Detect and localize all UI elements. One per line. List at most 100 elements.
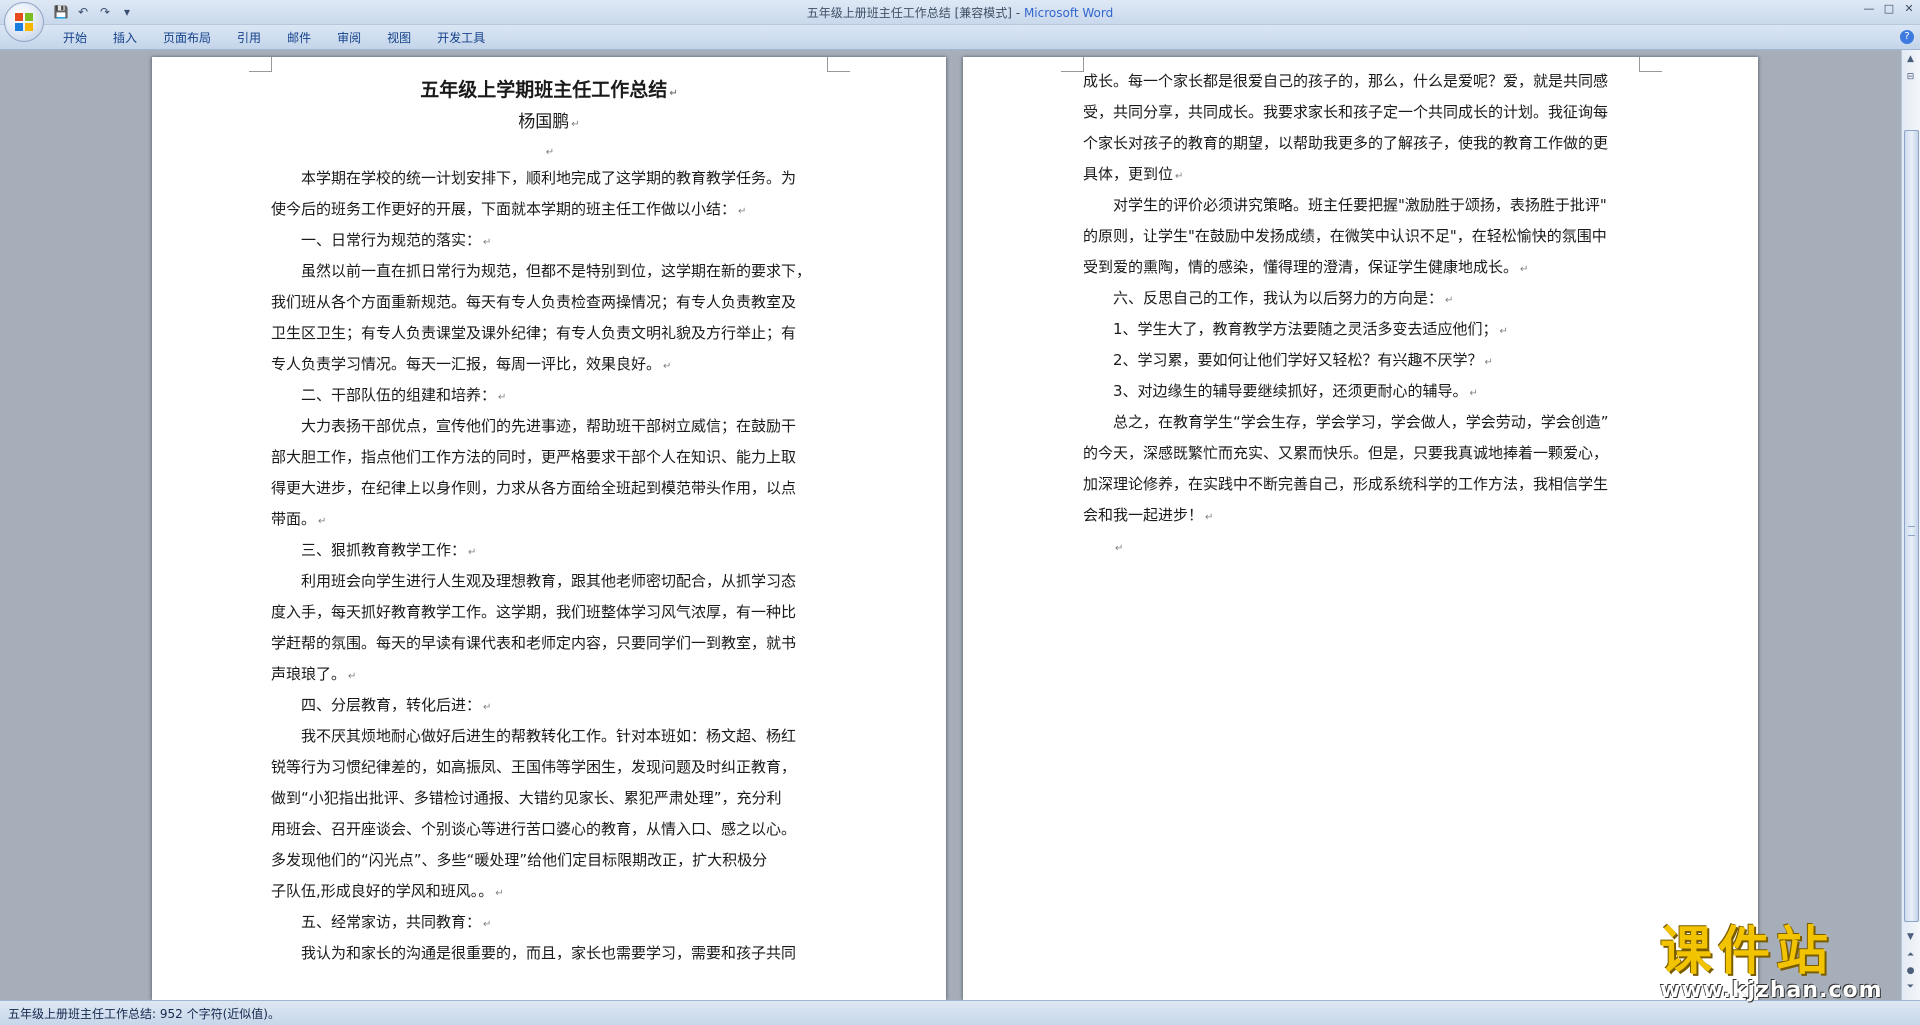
title-bar: 💾 ↶ ↷ ▾ 五年级上册班主任工作总结 [兼容模式] - Microsoft … [0, 0, 1920, 25]
window-controls: — □ ✕ [1862, 2, 1916, 16]
document-line: 六、反思自己的工作，我认为以后努力的方向是： ↵ [1083, 283, 1639, 314]
page-right[interactable]: 成长。每一个家长都是很爱自己的孩子的，那么，什么是爱呢？爱，就是共同感受，共同分… [963, 57, 1758, 1000]
scroll-up-icon[interactable]: ▲ [1904, 52, 1917, 66]
line-text: 会和我一起进步！ [1083, 506, 1204, 524]
close-icon[interactable]: ✕ [1902, 2, 1916, 16]
document-line: 使今后的班务工作更好的开展，下面就本学期的班主任工作做以小结： ↵ [271, 194, 827, 225]
line-text: 利用班会向学生进行人生观及理想教育，跟其他老师密切配合，从抓学习态 [301, 572, 797, 590]
line-text: 六、反思自己的工作，我认为以后努力的方向是： [1113, 289, 1444, 307]
line-text: 加深理论修养，在实践中不断完善自己，形成系统科学的工作方法，我相信学生 [1083, 475, 1609, 493]
document-line: 专人负责学习情况。每天一汇报，每周一评比，效果良好。 ↵ [271, 349, 827, 380]
document-line: 对学生的评价必须讲究策略。班主任要把握"激励胜于颂扬，表扬胜于批评" [1083, 190, 1639, 221]
document-line: 度入手，每天抓好教育教学工作。这学期，我们班整体学习风气浓厚，有一种比 [271, 597, 827, 628]
line-text: 做到“小犯指出批评、多错检讨通报、大错约见家长、累犯严肃处理”，充分利 [271, 789, 782, 807]
paragraph-mark: ↵ [348, 671, 357, 682]
tab-mailings[interactable]: 邮件 [274, 29, 324, 47]
line-text: 用班会、召开座谈会、个别谈心等进行苦口婆心的教育，从情入口、感之以心。 [271, 820, 797, 838]
document-name: 五年级上册班主任工作总结 [兼容模式] [806, 6, 1012, 20]
line-text: 对学生的评价必须讲究策略。班主任要把握"激励胜于颂扬，表扬胜于批评" [1113, 196, 1607, 214]
page-right-content: 成长。每一个家长都是很爱自己的孩子的，那么，什么是爱呢？爱，就是共同感受，共同分… [1083, 66, 1639, 562]
empty-paragraph: ↵ [271, 137, 827, 163]
document-line: ↵ [1083, 531, 1639, 562]
right-page-body: 成长。每一个家长都是很爱自己的孩子的，那么，什么是爱呢？爱，就是共同感受，共同分… [1083, 66, 1639, 562]
tab-insert[interactable]: 插入 [100, 29, 150, 47]
document-title: 五年级上学期班主任工作总结 ↵ [271, 73, 827, 107]
document-line: 1、学生大了，教育教学方法要随之灵活多变去适应他们； ↵ [1083, 314, 1639, 345]
document-line: 做到“小犯指出批评、多错检讨通报、大错约见家长、累犯严肃处理”，充分利 [271, 783, 827, 814]
document-line: 会和我一起进步！ ↵ [1083, 500, 1639, 531]
document-line: 3、对边缘生的辅导要继续抓好，还须更耐心的辅导。 ↵ [1083, 376, 1639, 407]
line-text: 虽然以前一直在抓日常行为规范，但都不是特别到位，这学期在新的要求下， [301, 262, 812, 280]
ruler-toggle-icon[interactable]: ⊟ [1904, 70, 1917, 84]
line-text: 使今后的班务工作更好的开展，下面就本学期的班主任工作做以小结： [271, 200, 737, 218]
scrollbar-thumb[interactable] [1904, 130, 1919, 922]
document-line: 成长。每一个家长都是很爱自己的孩子的，那么，什么是爱呢？爱，就是共同感 [1083, 66, 1639, 97]
document-line: 我们班从各个方面重新规范。每天有专人负责检查两操情况；有专人负责教室及 [271, 287, 827, 318]
word-count-status[interactable]: 五年级上册班主任工作总结: 952 个字符(近似值)。 [8, 1005, 280, 1022]
paragraph-mark: ↵ [1445, 295, 1454, 306]
paragraph-mark: ↵ [1520, 264, 1529, 275]
document-line: 部大胆工作，指点他们工作方法的同时，更严格要求干部个人在知识、能力上取 [271, 442, 827, 473]
tab-page-layout[interactable]: 页面布局 [150, 29, 224, 47]
document-title-text: 五年级上学期班主任工作总结 [420, 79, 668, 101]
document-line: 大力表扬干部优点，宣传他们的先进事迹，帮助班干部树立威信；在鼓励干 [271, 411, 827, 442]
next-page-icon[interactable]: ⏷ [1904, 980, 1917, 994]
title-separator: - [1011, 6, 1024, 20]
tab-home[interactable]: 开始 [50, 29, 100, 47]
maximize-icon[interactable]: □ [1882, 2, 1896, 16]
page-left[interactable]: 五年级上学期班主任工作总结 ↵ 杨国鹏 ↵ ↵ 本学期在学校的统一计划安排下，顺利地… [152, 57, 946, 1000]
document-line: 利用班会向学生进行人生观及理想教育，跟其他老师密切配合，从抓学习态 [271, 566, 827, 597]
paragraph-mark: ↵ [1115, 543, 1124, 554]
tab-references[interactable]: 引用 [224, 29, 274, 47]
document-line: 多发现他们的“闪光点”、多些“暖处理”给他们定目标限期改正，扩大积极分 [271, 845, 827, 876]
office-logo-icon [15, 13, 33, 31]
margin-corner-mark [249, 57, 272, 72]
line-text: 部大胆工作，指点他们工作方法的同时，更严格要求干部个人在知识、能力上取 [271, 448, 797, 466]
document-line: 受到爱的熏陶，情的感染，懂得理的澄清，保证学生健康地成长。 ↵ [1083, 252, 1639, 283]
office-button[interactable] [4, 2, 44, 42]
document-line: 我认为和家长的沟通是很重要的，而且，家长也需要学习，需要和孩子共同 [271, 938, 827, 969]
line-text: 我不厌其烦地耐心做好后进生的帮教转化工作。针对本班如：杨文超、杨红 [301, 727, 797, 745]
help-icon[interactable]: ? [1900, 30, 1914, 44]
ribbon-tabs: 开始 插入 页面布局 引用 邮件 审阅 视图 开发工具 [50, 29, 498, 47]
paragraph-mark: ↵ [498, 392, 507, 403]
paragraph-mark: ↵ [1469, 388, 1478, 399]
document-line: 得更大进步，在纪律上以身作则，力求从各方面给全班起到模范带头作用，以点 [271, 473, 827, 504]
paragraph-mark: ↵ [468, 547, 477, 558]
line-text: 二、干部队伍的组建和培养： [301, 386, 497, 404]
left-page-body: 本学期在学校的统一计划安排下，顺利地完成了这学期的教育教学任务。为 使今后的班务工… [271, 163, 827, 969]
document-line: 的原则，让学生"在鼓励中发扬成绩，在微笑中认识不足"，在轻松愉快的氛围中 [1083, 221, 1639, 252]
line-text: 锐等行为习惯纪律差的，如高振凤、王国伟等学困生，发现问题及时纠正教育， [271, 758, 797, 776]
document-line: 虽然以前一直在抓日常行为规范，但都不是特别到位，这学期在新的要求下， [271, 256, 827, 287]
line-text: 我们班从各个方面重新规范。每天有专人负责检查两操情况；有专人负责教室及 [271, 293, 797, 311]
ribbon-tab-bar: 开始 插入 页面布局 引用 邮件 审阅 视图 开发工具 ? [0, 25, 1920, 50]
tab-developer[interactable]: 开发工具 [424, 29, 498, 47]
tab-view[interactable]: 视图 [374, 29, 424, 47]
line-text: 我认为和家长的沟通是很重要的，而且，家长也需要学习，需要和孩子共同 [301, 944, 797, 962]
line-text: 子队伍,形成良好的学风和班风。。 [271, 882, 494, 900]
line-text: 具体，更到位 [1083, 165, 1174, 183]
scroll-down-icon[interactable]: ▼ [1904, 930, 1917, 944]
document-line: 带面。 ↵ [271, 504, 827, 535]
paragraph-mark: ↵ [1499, 326, 1508, 337]
paragraph-mark: ↵ [1484, 357, 1493, 368]
line-text: 成长。每一个家长都是很爱自己的孩子的，那么，什么是爱呢？爱，就是共同感 [1083, 72, 1609, 90]
document-line: 本学期在学校的统一计划安排下，顺利地完成了这学期的教育教学任务。为 [271, 163, 827, 194]
paragraph-mark: ↵ [545, 147, 555, 158]
document-line: 受，共同分享，共同成长。我要求家长和孩子定一个共同成长的计划。我征询每 [1083, 97, 1639, 128]
tab-review[interactable]: 审阅 [324, 29, 374, 47]
previous-page-icon[interactable]: ⏶ [1904, 948, 1917, 962]
paragraph-mark: ↵ [663, 361, 672, 372]
line-text: 1、学生大了，教育教学方法要随之灵活多变去适应他们； [1113, 320, 1498, 338]
window-title: 五年级上册班主任工作总结 [兼容模式] - Microsoft Word [0, 4, 1920, 21]
select-browse-object-icon[interactable]: ● [1904, 964, 1917, 978]
document-line: 个家长对孩子的教育的期望，以帮助我更多的了解孩子，使我的教育工作做的更 [1083, 128, 1639, 159]
minimize-icon[interactable]: — [1862, 2, 1876, 16]
document-line: 学赶帮的氛围。每天的早读有课代表和老师定内容，只要同学们一到教室，就书 [271, 628, 827, 659]
line-text: 带面。 [271, 510, 317, 528]
paragraph-mark: ↵ [483, 702, 492, 713]
vertical-scrollbar[interactable]: ▲ ⊟ ▼ ⏶ ● ⏷ [1901, 50, 1920, 1000]
line-text: 个家长对孩子的教育的期望，以帮助我更多的了解孩子，使我的教育工作做的更 [1083, 134, 1609, 152]
document-line: 2、学习累，要如何让他们学好又轻松？有兴趣不厌学？ ↵ [1083, 345, 1639, 376]
document-line: 的今天，深感既繁忙而充实、又累而快乐。但是，只要我真诚地捧着一颗爱心， [1083, 438, 1639, 469]
